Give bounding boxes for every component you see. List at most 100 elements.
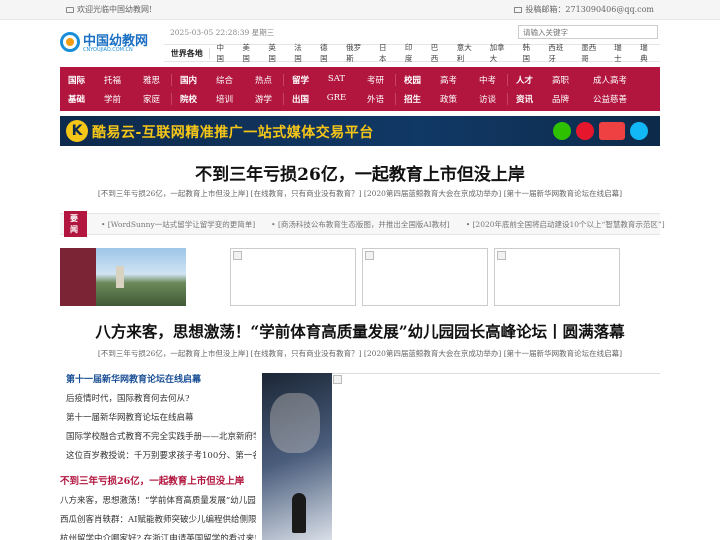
wechat-icon: [553, 122, 571, 140]
nav-item[interactable]: 外语: [356, 93, 395, 105]
nav-item[interactable]: 院校: [172, 93, 205, 105]
list-item[interactable]: 第十一届新华网教育论坛在线启幕: [66, 411, 256, 423]
nav-item[interactable]: 热点: [244, 74, 283, 86]
nav-row: 国际 托福 雅思 国内 综合 热点 留学 SAT 考研 校园 高考 中考 人才 高职 成人高考: [60, 73, 660, 86]
broken-image-icon: [333, 375, 342, 384]
nav-group: 招生 政策 访谈: [396, 92, 508, 105]
news-list: 第十一届新华网教育论坛在线启幕 后疫情时代，国际教育何去何从? 第十一届新华网教…: [60, 372, 256, 540]
nav-item[interactable]: 政策: [429, 93, 468, 105]
nav-group: 国内 综合 热点: [172, 73, 284, 86]
nav-item[interactable]: 国际: [60, 74, 93, 86]
nav-item[interactable]: 资讯: [508, 93, 541, 105]
country-link[interactable]: 英国: [262, 42, 288, 64]
nav-item[interactable]: 访谈: [468, 93, 507, 105]
nav-group: 留学 SAT 考研: [284, 73, 396, 86]
current-datetime: 2025-03-05 22:28:39 星期三: [170, 28, 275, 37]
news-item[interactable]: • [商汤科技公布教育生态版图，并推出全国版AI教材]: [271, 219, 450, 230]
list-title-2[interactable]: 不到三年亏损26亿，一起教育上市但没上岸: [60, 473, 256, 487]
welcome-label: 欢迎光临中国幼教网!: [77, 5, 153, 14]
building-shape: [116, 266, 124, 288]
nav-group: 基础 学前 家庭: [60, 92, 172, 105]
nav-item[interactable]: 国内: [172, 74, 205, 86]
country-link[interactable]: 巴西: [425, 42, 451, 64]
weibo-icon: [576, 122, 594, 140]
nav-item[interactable]: 留学: [284, 74, 317, 86]
list-item[interactable]: 八方来客，思想激荡！“学前体育高质量发展”幼儿园: [60, 494, 256, 506]
news-ticker: 要闻 • [WordSunny一站式留学让留学变的更简单] • [商汤科技公布教…: [60, 211, 665, 237]
nav-item[interactable]: 高考: [429, 74, 468, 86]
country-link[interactable]: 韩国: [516, 42, 542, 64]
photo-overlay: [60, 248, 96, 306]
feature-image-placeholder[interactable]: [332, 373, 660, 540]
nav-item[interactable]: 综合: [205, 74, 244, 86]
nav-item[interactable]: 出国: [284, 93, 317, 105]
nav-item[interactable]: 中考: [468, 74, 507, 86]
mail-icon: [514, 7, 523, 13]
nav-group: 校园 高考 中考: [396, 73, 508, 86]
news-item[interactable]: • [2020年底前全国将启动建设10个以上“智慧教育示范区”]: [466, 219, 665, 230]
list-item[interactable]: 这位百岁教授说：千万别要求孩子考100分、第一名!: [66, 449, 256, 461]
broken-image-icon: [497, 251, 506, 260]
country-link[interactable]: 法国: [288, 42, 314, 64]
headline2-related-links[interactable]: [不到三年亏损26亿，一起教育上市但没上岸] [在线教育，只有商业没有教育？] …: [0, 348, 720, 359]
nav-group: 资讯 品牌 公益慈善: [508, 93, 640, 105]
nav-item[interactable]: 雅思: [132, 74, 171, 86]
nav-item[interactable]: 招生: [396, 93, 429, 105]
chess-piece-shape: [292, 493, 306, 533]
main-nav: 国际 托福 雅思 国内 综合 热点 留学 SAT 考研 校园 高考 中考 人才 高职 成人高考 基础…: [60, 67, 660, 111]
nav-item[interactable]: 学前: [93, 93, 132, 105]
search-input[interactable]: [518, 25, 658, 39]
nav-item[interactable]: 游学: [244, 93, 283, 105]
nav-item[interactable]: SAT: [317, 74, 356, 86]
banner-k-logo: K: [66, 120, 88, 142]
country-link[interactable]: 瑞士: [608, 42, 634, 64]
nav-item[interactable]: 托福: [93, 74, 132, 86]
country-link[interactable]: 德国: [314, 42, 340, 64]
nav-item[interactable]: 公益慈善: [580, 93, 640, 105]
nav-group: 国际 托福 雅思: [60, 73, 172, 86]
banner-text: 酷易云-互联网精准推广一站式媒体交易平台: [92, 125, 374, 141]
ad-banner[interactable]: K 酷易云-互联网精准推广一站式媒体交易平台: [60, 116, 660, 146]
nav-item[interactable]: 基础: [60, 93, 93, 105]
list-title[interactable]: 第十一届新华网教育论坛在线启幕: [66, 372, 256, 385]
nav-item[interactable]: 家庭: [132, 93, 171, 105]
site-logo[interactable]: 中国幼教网 CNYOUJIAO.COM.CN: [60, 30, 160, 56]
headline2-title[interactable]: 八方来客，思想激荡！“学前体育高质量发展”幼儿园园长高峰论坛丨圆满落幕: [0, 320, 720, 342]
photo-placeholder[interactable]: [230, 248, 356, 306]
list-item[interactable]: 杭州留学中介哪家好? 在浙江申请英国留学的看过来!: [60, 532, 256, 540]
banner-social-icons: [553, 122, 648, 140]
photo-placeholder[interactable]: [494, 248, 620, 306]
headline-title[interactable]: 不到三年亏损26亿，一起教育上市但没上岸: [0, 160, 720, 185]
country-link[interactable]: 墨西哥: [575, 42, 608, 64]
nav-item[interactable]: 品牌: [541, 93, 580, 105]
photo-placeholder[interactable]: [362, 248, 488, 306]
nav-group: 出国 GRE 外语: [284, 92, 396, 105]
nav-group: 院校 培训 游学: [172, 92, 284, 105]
country-link[interactable]: 印度: [399, 42, 425, 64]
country-link[interactable]: 中国: [210, 42, 236, 64]
nav-item[interactable]: 校园: [396, 74, 429, 86]
country-link[interactable]: 瑞典: [634, 42, 660, 64]
country-link[interactable]: 西班牙: [542, 42, 575, 64]
country-link[interactable]: 加拿大: [484, 42, 517, 64]
list-item[interactable]: 后疫情时代，国际教育何去何从?: [66, 392, 256, 404]
chess-photo[interactable]: [262, 373, 332, 540]
nav-item[interactable]: 人才: [508, 74, 541, 86]
nav-item[interactable]: 成人高考: [580, 74, 640, 86]
nav-item[interactable]: 考研: [356, 74, 395, 86]
campus-photo[interactable]: [60, 248, 186, 306]
headline-related-links[interactable]: [不到三年亏损26亿，一起教育上市但没上岸] [在线教育，只有商业没有教育？] …: [0, 188, 720, 199]
country-link[interactable]: 美国: [236, 42, 262, 64]
country-link[interactable]: 意大利: [451, 42, 484, 64]
nav-group: 人才 高职 成人高考: [508, 74, 640, 86]
nav-item[interactable]: GRE: [317, 93, 356, 105]
nav-row: 基础 学前 家庭 院校 培训 游学 出国 GRE 外语 招生 政策 访谈 资讯 品牌 公益慈善: [60, 92, 660, 105]
submission-email[interactable]: 投稿邮箱：2713090406@qq.com: [514, 4, 654, 15]
list-item[interactable]: 国际学校融合式教育不完全实践手册——北京新府学: [66, 430, 256, 442]
list-item[interactable]: 西瓜创客肖轶群：AI赋能教师突破少儿编程供给侧限制: [60, 513, 256, 525]
nav-item[interactable]: 培训: [205, 93, 244, 105]
country-link[interactable]: 俄罗斯: [340, 42, 373, 64]
news-item[interactable]: • [WordSunny一站式留学让留学变的更简单]: [101, 219, 255, 230]
country-link[interactable]: 日本: [373, 42, 399, 64]
nav-item[interactable]: 高职: [541, 74, 580, 86]
